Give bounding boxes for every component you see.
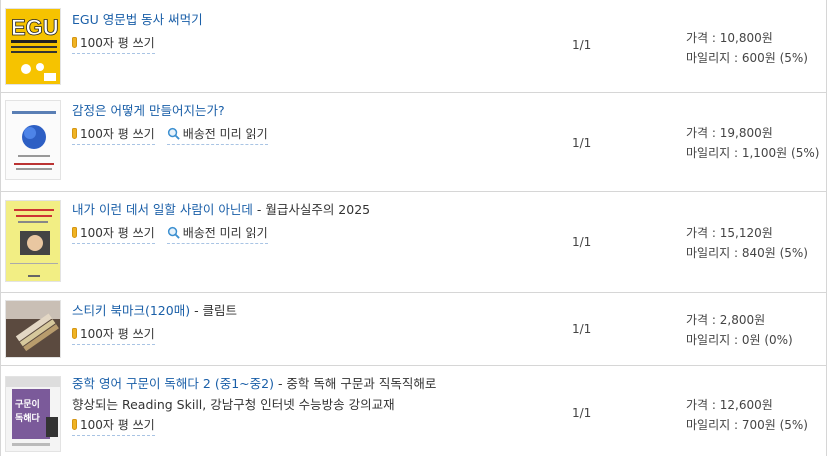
magnifier-icon [167, 127, 180, 140]
pencil-icon [72, 419, 77, 430]
preview-read-label: 배송전 미리 읽기 [182, 127, 268, 141]
quantity: 1/1 [572, 235, 592, 249]
pencil-icon [72, 128, 77, 139]
price: 가격 : 19,800원 [686, 126, 773, 140]
list-item: 내가 이런 데서 일할 사람이 아닌데 - 월급사실주의 2025 100자 평… [1, 192, 826, 293]
list-item: 스티키 북마크(120매) - 클림트 100자 평 쓰기 1/1 가격 : 2… [1, 293, 826, 366]
mileage: 마일리지 : 840원 (5%) [686, 246, 808, 260]
cover-art: 구문이 독해다 [6, 377, 60, 451]
price: 가격 : 10,800원 [686, 31, 773, 45]
svg-text:EGU: EGU [11, 15, 59, 40]
item-title-link[interactable]: EGU 영문법 동사 써먹기 [72, 12, 203, 27]
preview-read-button[interactable]: 배송전 미리 읽기 [166, 125, 268, 145]
price: 가격 : 2,800원 [686, 313, 766, 327]
mileage: 마일리지 : 600원 (5%) [686, 51, 808, 65]
price: 가격 : 12,600원 [686, 398, 773, 412]
write-review-label: 100자 평 쓰기 [80, 327, 155, 341]
cover-title-text: 구문이 [15, 398, 40, 410]
mileage: 마일리지 : 1,100원 (5%) [686, 146, 820, 160]
preview-read-button[interactable]: 배송전 미리 읽기 [166, 224, 268, 244]
write-review-label: 100자 평 쓰기 [80, 226, 155, 240]
write-review-button[interactable]: 100자 평 쓰기 [72, 325, 155, 345]
pencil-icon [72, 227, 77, 238]
quantity: 1/1 [572, 406, 592, 420]
item-subtitle: - 클림트 [190, 303, 238, 318]
mileage: 마일리지 : 700원 (5%) [686, 418, 808, 432]
item-subtitle: - 중학 독해 구문과 직독직해로 [273, 376, 437, 391]
item-subtitle-continued: 향상되는 Reading Skill, 강남구청 인터넷 수능방송 강의교재 [72, 397, 395, 412]
write-review-button[interactable]: 100자 평 쓰기 [72, 224, 155, 244]
write-review-label: 100자 평 쓰기 [80, 36, 155, 50]
item-title-link[interactable]: 스티키 북마크(120매) [72, 303, 190, 318]
list-item: 구문이 독해다 중학 영어 구문이 독해다 2 (중1~중2) - 중학 독해 … [1, 366, 826, 456]
write-review-label: 100자 평 쓰기 [80, 418, 155, 432]
preview-read-label: 배송전 미리 읽기 [182, 226, 268, 240]
quantity: 1/1 [572, 38, 592, 52]
book-cover[interactable] [5, 100, 61, 180]
quantity: 1/1 [572, 322, 592, 336]
cart-item-list: EGU EGU 영문법 동사 써먹기 100자 평 쓰기 1/1 가격: 10… [0, 0, 827, 456]
magnifier-icon [167, 226, 180, 239]
write-review-button[interactable]: 100자 평 쓰기 [72, 416, 155, 436]
cover-art: EGU [6, 9, 60, 84]
item-title-link[interactable]: 중학 영어 구문이 독해다 2 (중1~중2) [72, 376, 274, 391]
item-title-link[interactable]: 내가 이런 데서 일할 사람이 아닌데 [72, 202, 253, 217]
list-item: EGU EGU 영문법 동사 써먹기 100자 평 쓰기 1/1 가격: 10… [1, 0, 826, 93]
pencil-icon [72, 37, 77, 48]
write-review-label: 100자 평 쓰기 [80, 127, 155, 141]
list-item: 감정은 어떻게 만들어지는가? 100자 평 쓰기 배송전 미리 읽기 1/1 … [1, 93, 826, 192]
write-review-button[interactable]: 100자 평 쓰기 [72, 34, 155, 54]
item-subtitle: - 월급사실주의 2025 [252, 202, 371, 217]
write-review-button[interactable]: 100자 평 쓰기 [72, 125, 155, 145]
product-image[interactable] [5, 300, 61, 358]
product-art [6, 301, 60, 357]
pencil-icon [72, 328, 77, 339]
price: 가격 : 15,120원 [686, 226, 773, 240]
item-title-link[interactable]: 감정은 어떻게 만들어지는가? [72, 103, 225, 118]
book-cover[interactable]: EGU [5, 8, 61, 85]
cover-art [6, 101, 60, 179]
book-cover[interactable]: 구문이 독해다 [5, 376, 61, 452]
cover-title-text: 독해다 [15, 412, 41, 424]
quantity: 1/1 [572, 136, 592, 150]
book-cover[interactable] [5, 200, 61, 282]
cover-art [6, 201, 60, 281]
mileage: 마일리지 : 0원 (0%) [686, 333, 793, 347]
